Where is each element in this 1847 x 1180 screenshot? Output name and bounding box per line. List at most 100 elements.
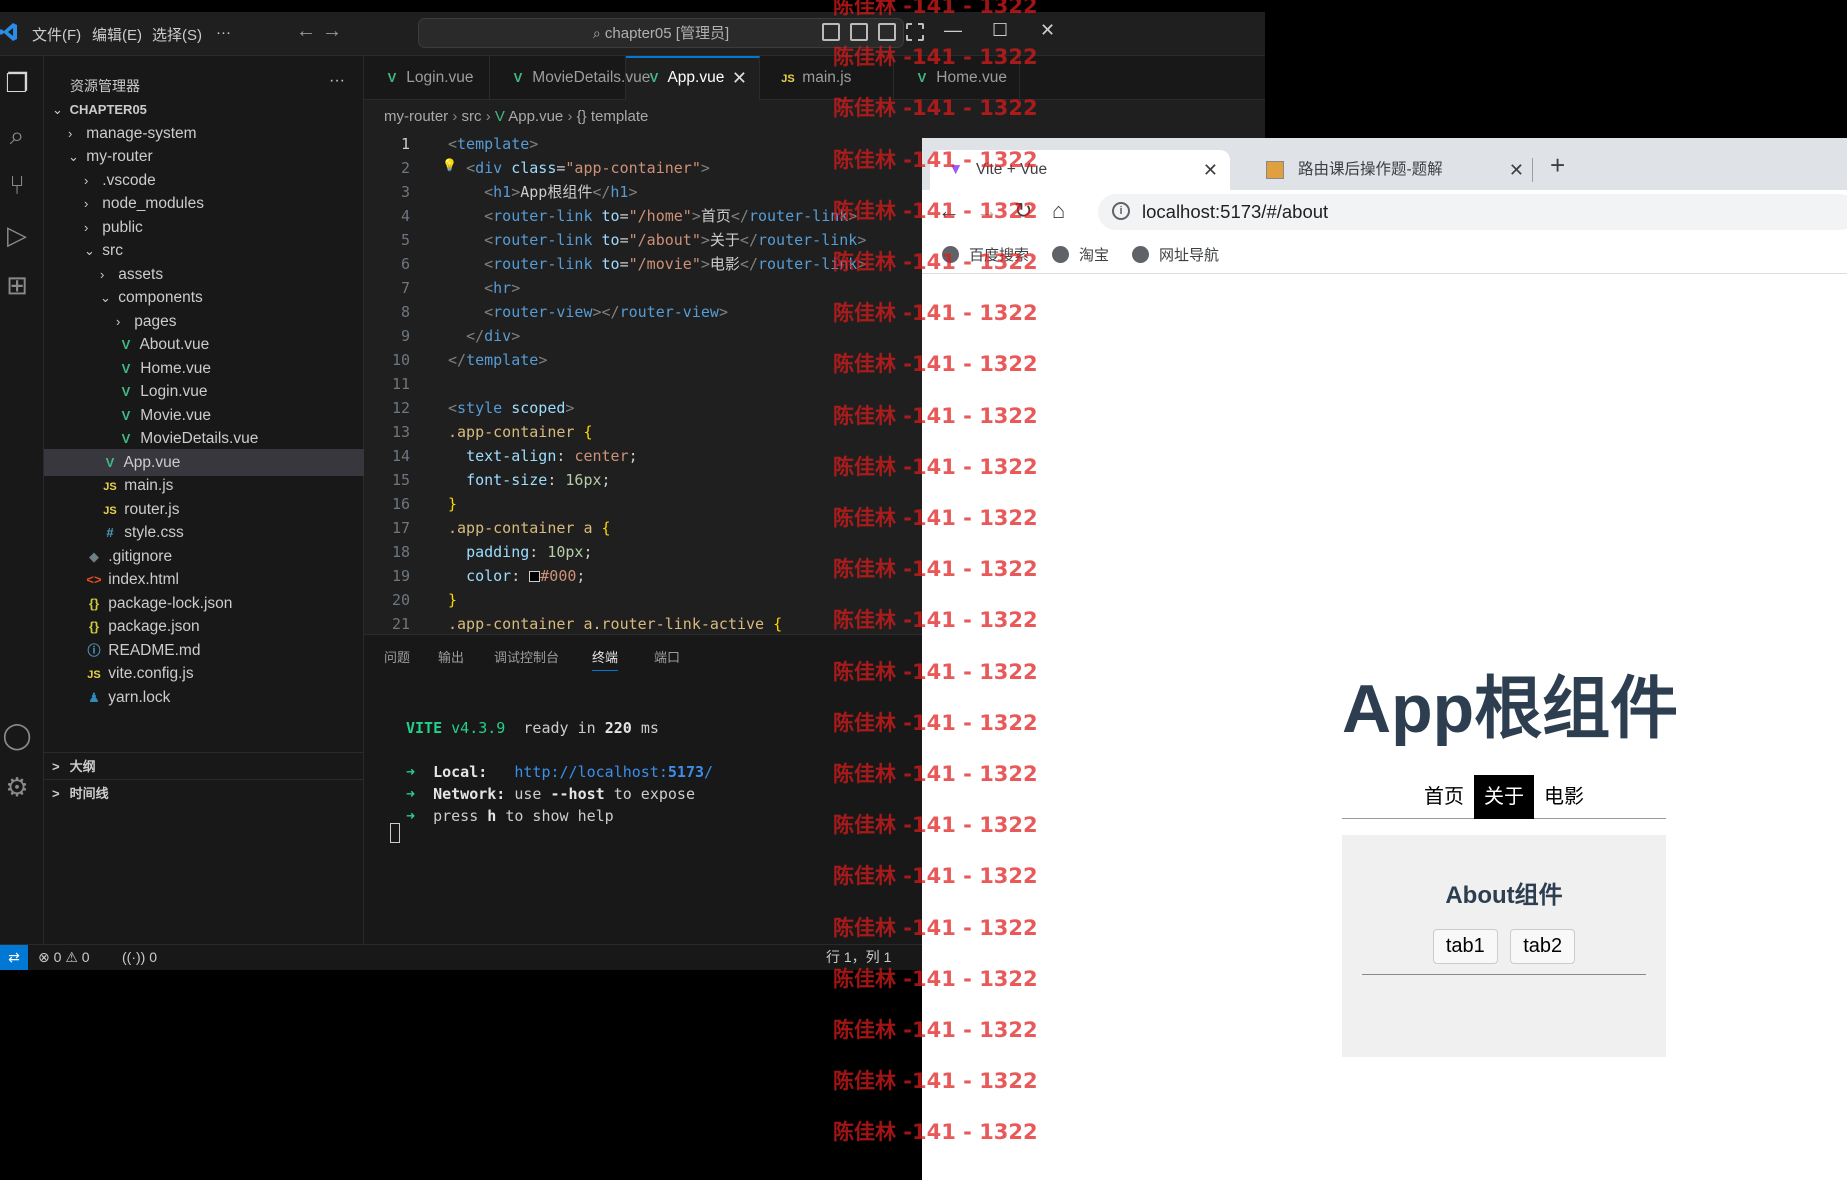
customize-layout-icon[interactable] — [906, 23, 924, 41]
app-heading: App根组件 — [1342, 671, 1679, 747]
code-text: <router-link to="/home">首页</router-link> — [484, 207, 858, 225]
ports-status[interactable]: ((·)) 0 — [122, 945, 157, 969]
line-number: 6 — [400, 255, 410, 273]
code-text: <template> — [448, 135, 539, 153]
timeline-label: 时间线 — [69, 786, 109, 801]
code-line: 7 <hr> — [364, 276, 520, 300]
home-icon[interactable]: ⌂ — [1052, 198, 1065, 224]
minimize-icon[interactable]: — — [944, 20, 962, 41]
timeline-section[interactable]: > 时间线 — [44, 779, 364, 806]
code-text: <hr> — [484, 279, 521, 297]
panel-tab-problems[interactable]: 问题 — [384, 647, 410, 666]
arrow-icon: ➜ — [406, 807, 416, 825]
line-number: 5 — [400, 231, 410, 249]
settings-gear-icon[interactable]: ⚙ — [2, 772, 32, 802]
breadcrumb-item[interactable]: my-router — [384, 108, 448, 125]
source-control-icon[interactable]: ⑂ — [2, 170, 32, 200]
network-text: use — [514, 785, 542, 803]
run-debug-icon[interactable]: ▷ — [2, 220, 32, 250]
breadcrumb-item[interactable]: App.vue — [508, 108, 563, 125]
panel-tab-terminal[interactable]: 终端 — [592, 647, 619, 671]
bookmark-item[interactable]: 网址导航 — [1132, 244, 1219, 265]
watermark-text: 陈佳林 -141 - 1322 — [833, 813, 1038, 838]
tree-item-label: vite.config.js — [104, 665, 194, 682]
warning-icon: ⚠ — [65, 949, 78, 965]
close-tab-icon[interactable]: ✕ — [1509, 150, 1524, 190]
editor-tab[interactable]: V MovieDetails.vue — [490, 56, 650, 100]
toggle-panel-icon[interactable] — [850, 23, 868, 41]
editor-tab-bar: V Home.vue JS main.js V App.vue ✕ V MovieDet… — [364, 56, 1265, 100]
local-url[interactable]: http://localhost:5173/ — [514, 763, 713, 781]
tree-item-label: router.js — [120, 500, 180, 518]
explorer-icon[interactable]: ❐ — [2, 68, 32, 98]
line-number: 3 — [400, 183, 410, 201]
bookmark-item[interactable]: 淘宝 — [1052, 244, 1109, 265]
maximize-icon[interactable]: ☐ — [992, 20, 1008, 41]
menu-more[interactable]: ··· — [216, 24, 231, 41]
extensions-icon[interactable]: ⊞ — [2, 270, 32, 300]
panel-tab-ports[interactable]: 端口 — [654, 647, 680, 666]
nav-link-home[interactable]: 首页 — [1414, 775, 1474, 819]
breadcrumb-item[interactable]: template — [591, 108, 649, 125]
back-arrow-icon[interactable]: ← — [296, 20, 316, 43]
browser-tab[interactable]: 路由课后操作题-题解 ✕ — [1240, 150, 1536, 190]
tree-file[interactable]: ♟ yarn.lock — [44, 684, 364, 711]
tree-item-label: manage-system — [82, 124, 197, 142]
js-file-icon: JS — [781, 73, 795, 85]
panel-tab-output[interactable]: 输出 — [438, 647, 464, 666]
tree-item-label: Movie.vue — [136, 406, 211, 424]
close-tab-icon[interactable]: ✕ — [1203, 150, 1218, 190]
local-url-port: 5173 — [667, 763, 705, 781]
problems-status[interactable]: ⊗ 0 ⚠ 0 — [38, 945, 90, 969]
close-window-icon[interactable]: ✕ — [1040, 20, 1055, 41]
tree-item-label: .vscode — [98, 171, 156, 189]
menu-selection[interactable]: 选择(S) — [152, 24, 202, 45]
code-text: <h1>App根组件</h1> — [484, 183, 638, 201]
explorer-more-icon[interactable]: ··· — [329, 72, 345, 90]
tree-item-label: package.json — [104, 618, 200, 635]
address-bar[interactable]: i localhost:5173/#/about — [1098, 194, 1847, 230]
search-icon[interactable]: ⌕ — [2, 120, 32, 150]
tab1-button[interactable]: tab1 — [1432, 929, 1498, 964]
code-line: 5 <router-link to="/about">关于</router-li… — [364, 228, 866, 252]
nav-link-about[interactable]: 关于 — [1474, 775, 1534, 819]
outline-section[interactable]: > 大纲 — [44, 752, 364, 779]
toggle-primary-sidebar-icon[interactable] — [822, 23, 840, 41]
watermark-text: 陈佳林 -141 - 1322 — [833, 966, 1038, 991]
panel-tab-debug-console[interactable]: 调试控制台 — [494, 647, 559, 666]
tab2-button[interactable]: tab2 — [1510, 929, 1576, 964]
forward-arrow-icon[interactable]: → — [322, 20, 342, 43]
tree-item-label: package-lock.json — [104, 594, 233, 612]
remote-icon[interactable]: ⇄ — [0, 945, 28, 970]
code-text: <router-link to="/about">关于</router-link… — [484, 231, 867, 249]
vscode-logo-icon — [0, 23, 17, 41]
breadcrumb-item[interactable]: src — [462, 108, 482, 125]
lightbulb-icon[interactable]: 💡 — [442, 158, 457, 172]
code-text: } — [448, 591, 458, 609]
site-info-icon[interactable]: i — [1112, 202, 1130, 220]
vue-file-icon: V — [387, 70, 397, 85]
tree-item-label: Home.vue — [136, 359, 211, 377]
editor-tab[interactable]: V Login.vue — [364, 56, 490, 100]
tree-item-label: node_modules — [98, 195, 204, 212]
code-line: 18 padding: 10px; — [364, 540, 593, 564]
page-content: App根组件 首页 关于 电影 About组件 tab1 tab2 — [922, 275, 1847, 1180]
line-number: 8 — [400, 303, 410, 321]
code-line: 11 — [364, 372, 418, 396]
watermark-text: 陈佳林 -141 - 1322 — [833, 915, 1038, 940]
line-number: 14 — [391, 447, 410, 465]
line-number: 1 — [400, 135, 410, 153]
editor-tab-label: main.js — [798, 69, 852, 86]
new-tab-icon[interactable]: + — [1550, 150, 1565, 181]
line-number: 9 — [400, 327, 410, 345]
terminal-output[interactable]: VITE v4.3.9 ready in 220 ms ➜ Local: htt… — [406, 717, 713, 827]
close-tab-icon[interactable]: ✕ — [732, 58, 747, 98]
toggle-secondary-sidebar-icon[interactable] — [878, 23, 896, 41]
chevron-right-icon: > — [52, 786, 60, 801]
account-icon[interactable]: ◯ — [2, 720, 32, 750]
watermark-text: 陈佳林 -141 - 1322 — [833, 352, 1038, 377]
menu-edit[interactable]: 编辑(E) — [92, 24, 142, 45]
menu-file[interactable]: 文件(F) — [32, 24, 81, 45]
nav-link-movie[interactable]: 电影 — [1534, 775, 1594, 819]
breadcrumb: my-router › src › V App.vue › {} templat… — [384, 108, 649, 125]
